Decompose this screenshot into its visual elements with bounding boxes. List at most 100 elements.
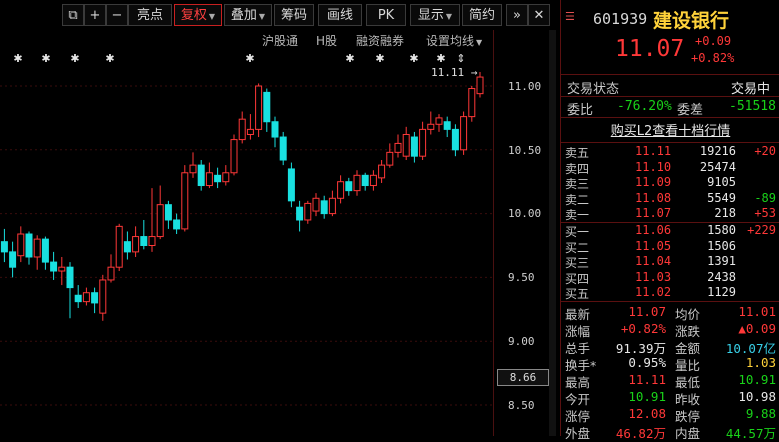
candle-body: [312, 197, 320, 212]
candle-body: [419, 128, 427, 157]
draw-line-button[interactable]: 画线: [318, 4, 362, 26]
bid-row: 买一 11.06 1580 +229: [561, 223, 779, 239]
overlay-button[interactable]: 叠加 ▼: [224, 4, 272, 26]
vertical-scrollbar[interactable]: [549, 30, 556, 436]
candle-body: [189, 164, 197, 174]
simple-button[interactable]: 简约: [462, 4, 502, 26]
chips-button[interactable]: 筹码: [274, 4, 314, 26]
book-price: 11.03: [635, 269, 672, 284]
candle-body: [304, 202, 312, 221]
book-volume: 1129: [707, 285, 736, 299]
book-volume: 25474: [699, 159, 736, 174]
stats-row: 涨幅 +0.82% 涨跌 ▲0.09: [561, 321, 779, 339]
stats-row: 最高 11.11 最低 10.91: [561, 372, 779, 390]
candle: [468, 86, 476, 122]
zoom-in-button[interactable]: +: [84, 4, 106, 26]
stat-value: 10.98: [738, 389, 776, 404]
margin-trading-link[interactable]: 融资融券: [356, 32, 404, 49]
candle: [345, 177, 353, 196]
candle: [255, 83, 263, 138]
display-button[interactable]: 显示 ▼: [410, 4, 460, 26]
candle: [238, 111, 246, 144]
adjust-button[interactable]: 复权 ▼: [174, 4, 222, 26]
stat-value: 10.91: [628, 389, 666, 404]
stat-value: 11.07: [628, 304, 666, 319]
stat-value: 12.08: [628, 406, 666, 421]
book-volume: 1391: [707, 254, 736, 268]
book-level-label: 卖四: [565, 161, 590, 176]
candle-body: [238, 118, 246, 141]
event-star-icon: ✱: [345, 52, 354, 65]
kline-chart[interactable]: ✱ ✱ ✱ ✱ ✱ ✱ ✱ ✱ ✱ ⇕: [0, 50, 493, 436]
chart-grid: [0, 85, 493, 406]
candle: [115, 223, 123, 272]
candle-body: [82, 292, 90, 303]
stat-label: 外盘: [565, 426, 591, 441]
cursor-price-box: 8.66: [497, 369, 549, 386]
candle-body: [140, 236, 148, 246]
candle-body: [74, 294, 82, 303]
candle: [320, 195, 328, 219]
book-level-label: 卖三: [565, 177, 590, 191]
divider: [561, 301, 779, 302]
candle: [0, 228, 8, 263]
price-change: +0.09: [695, 34, 732, 48]
book-level-label: 卖一: [565, 208, 590, 222]
candle: [279, 131, 287, 166]
book-change: +20: [754, 144, 776, 158]
stats-row: 换手* 0.95% 量比 1.03: [561, 355, 779, 373]
hk-connect-link[interactable]: 沪股通: [262, 32, 298, 49]
candle-body: [369, 174, 377, 187]
candle-body: [214, 174, 222, 183]
candle-body: [173, 219, 181, 230]
candle: [25, 231, 33, 265]
pk-button[interactable]: PK: [366, 4, 406, 26]
book-level-label: 买三: [565, 256, 590, 270]
event-star-icon: ✱: [245, 52, 254, 65]
candle-body: [58, 266, 66, 272]
stats-row: 涨停 12.08 跌停 9.88: [561, 406, 779, 424]
candle-body: [181, 172, 189, 230]
weicha-value: -51518: [729, 99, 776, 114]
dropdown-caret-icon: ▼: [445, 12, 453, 21]
stat-value: ▲0.09: [738, 321, 776, 336]
close-icon[interactable]: ✕: [528, 4, 550, 26]
candle-body: [443, 121, 451, 130]
ma-settings-link[interactable]: 设置均线 ▼: [426, 32, 482, 49]
candle-body: [66, 266, 74, 289]
candle-body: [25, 233, 33, 258]
bid-row: 买三 11.04 1391: [561, 254, 779, 270]
zoom-window-icon[interactable]: ⧉: [62, 4, 84, 26]
event-markers: ✱ ✱ ✱ ✱ ✱ ✱ ✱ ✱ ✱ ⇕: [13, 52, 465, 65]
y-tick-label: 8.50: [508, 399, 535, 412]
dropdown-caret-icon: ▼: [258, 12, 266, 21]
candle: [460, 111, 468, 155]
forward-button[interactable]: »: [506, 4, 528, 26]
candle-body: [9, 251, 17, 268]
candle-body: [33, 238, 41, 258]
event-star-icon: ✱: [13, 52, 22, 65]
book-level-label: 买五: [565, 287, 590, 301]
stock-name: 建设银行: [653, 10, 730, 32]
ask-row: 卖四 11.10 25474: [561, 160, 779, 176]
h-share-link[interactable]: H股: [316, 32, 337, 49]
candle: [402, 126, 410, 161]
menu-icon[interactable]: ☰: [565, 10, 575, 23]
candle: [246, 114, 254, 140]
candle-body: [410, 136, 418, 157]
candle: [386, 143, 394, 168]
candle-body: [337, 181, 345, 199]
stats-row: 最新 11.07 均价 11.01: [561, 304, 779, 322]
candle: [197, 160, 205, 191]
status-row: 交易状态 交易中: [561, 78, 779, 97]
zoom-out-button[interactable]: −: [106, 4, 128, 26]
candle-body: [107, 266, 115, 281]
stat-value: 46.82万: [615, 426, 666, 441]
y-tick-label: 11.00: [508, 80, 542, 93]
l2-upgrade-link[interactable]: 购买L2查看十档行情: [561, 120, 779, 140]
stat-value: 9.88: [745, 406, 776, 421]
highlight-button[interactable]: 亮点: [128, 4, 172, 26]
candle: [328, 190, 336, 217]
candle-body: [148, 236, 156, 246]
candle: [476, 71, 484, 98]
